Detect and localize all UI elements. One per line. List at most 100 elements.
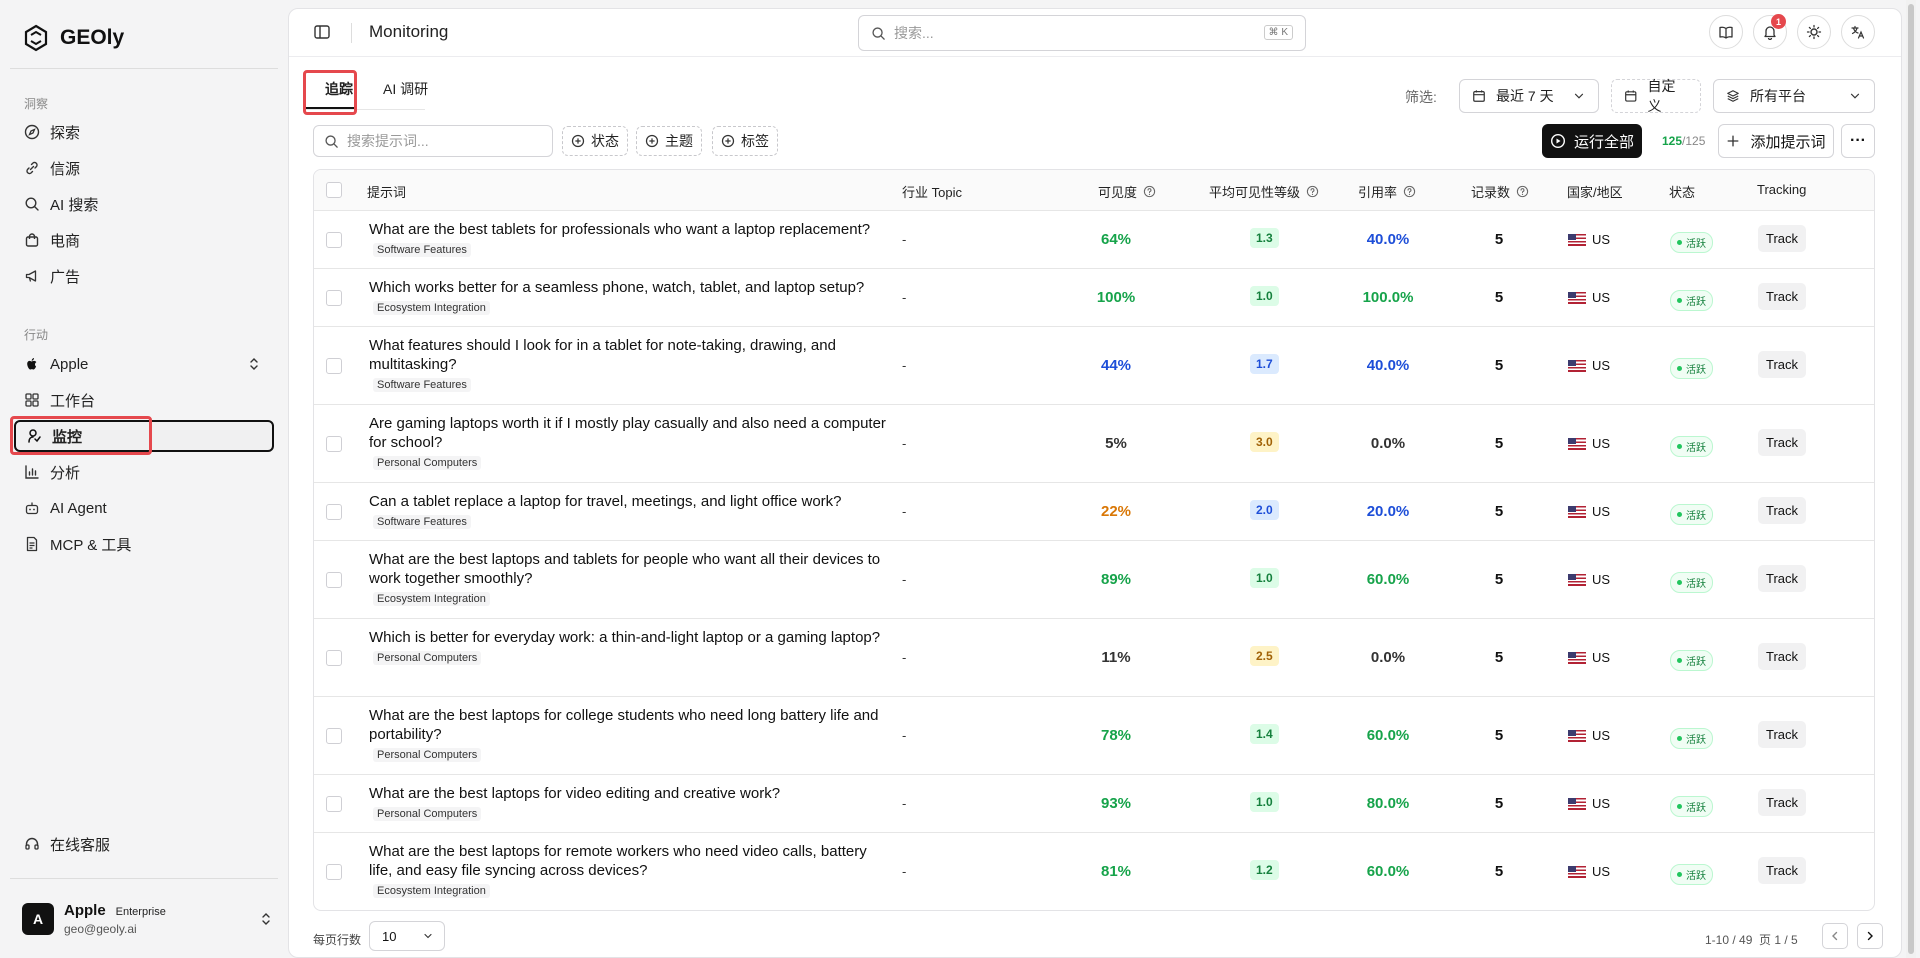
track-button[interactable]: Track — [1758, 789, 1807, 816]
table-row[interactable]: Which is better for everyday work: a thi… — [314, 619, 1874, 697]
help-icon[interactable] — [1403, 185, 1416, 198]
tab-tracking[interactable]: 追踪 — [325, 79, 353, 99]
row-checkbox[interactable] — [326, 572, 342, 588]
row-checkbox[interactable] — [326, 796, 342, 812]
prev-page-button[interactable] — [1822, 923, 1848, 949]
prompt-cell[interactable]: What are the best tablets for profession… — [369, 220, 889, 257]
track-button[interactable]: Track — [1758, 351, 1807, 378]
prompt-cell[interactable]: Can a tablet replace a laptop for travel… — [369, 492, 889, 529]
notifications-button[interactable]: 1 — [1753, 14, 1787, 49]
table-row[interactable]: What are the best laptops and tablets fo… — [314, 541, 1874, 619]
sidebar-item-analytics[interactable]: 分析 — [14, 456, 274, 488]
track-button[interactable]: Track — [1758, 857, 1807, 884]
language-button[interactable] — [1841, 15, 1875, 49]
topic-tag: Software Features — [373, 515, 471, 529]
prompt-cell[interactable]: What are the best laptops for college st… — [369, 706, 889, 762]
header-prompt[interactable]: 提示词 — [367, 182, 406, 201]
track-button[interactable]: Track — [1758, 565, 1807, 592]
row-checkbox[interactable] — [326, 232, 342, 248]
table-row[interactable]: Are gaming laptops worth it if I mostly … — [314, 405, 1874, 483]
header-tracking[interactable]: Tracking — [1757, 182, 1806, 197]
sidebar-item-workbench[interactable]: 工作台 — [14, 384, 274, 416]
header-avg-level[interactable]: 平均可见性等级 — [1209, 182, 1319, 201]
sidebar-item-ecommerce[interactable]: 电商 — [14, 224, 274, 256]
topic-tag: Ecosystem Integration — [373, 301, 490, 315]
help-icon[interactable] — [1143, 185, 1156, 198]
select-all-checkbox[interactable] — [326, 182, 342, 198]
status-filter-chip[interactable]: 状态 — [562, 126, 628, 156]
brand-switcher[interactable]: Apple — [14, 348, 274, 380]
prompt-cell[interactable]: Are gaming laptops worth it if I mostly … — [369, 414, 889, 470]
row-checkbox[interactable] — [326, 650, 342, 666]
user-menu[interactable]: A Apple Enterprise geo@geoly.ai — [22, 898, 274, 940]
rows-per-page-select[interactable]: 10 — [369, 921, 445, 951]
row-checkbox[interactable] — [326, 728, 342, 744]
track-button[interactable]: Track — [1758, 283, 1807, 310]
add-prompt-button[interactable]: 添加提示词 — [1718, 124, 1834, 158]
track-button[interactable]: Track — [1758, 429, 1807, 456]
table-row[interactable]: What features should I look for in a tab… — [314, 327, 1874, 405]
run-all-button[interactable]: 运行全部 — [1542, 124, 1642, 158]
prompt-cell[interactable]: What are the best laptops for remote wor… — [369, 842, 889, 898]
custom-date-button[interactable]: 自定义 — [1611, 78, 1701, 114]
prompt-search[interactable] — [313, 125, 553, 157]
header-records[interactable]: 记录数 — [1471, 182, 1529, 201]
sidebar-item-monitoring[interactable]: 监控 — [14, 420, 274, 452]
sidebar-toggle-icon[interactable] — [313, 23, 331, 41]
table-row[interactable]: Can a tablet replace a laptop for travel… — [314, 483, 1874, 541]
table-row[interactable]: Which works better for a seamless phone,… — [314, 269, 1874, 327]
row-checkbox[interactable] — [326, 436, 342, 452]
sidebar-item-ai-agent[interactable]: AI Agent — [14, 492, 274, 524]
track-cell: Track — [1758, 351, 1807, 378]
more-options-button[interactable]: ··· — [1841, 124, 1875, 158]
track-button[interactable]: Track — [1758, 225, 1807, 252]
table-row[interactable]: What are the best laptops for remote wor… — [314, 833, 1874, 910]
prompt-search-input[interactable] — [347, 133, 537, 149]
theme-toggle-button[interactable] — [1797, 15, 1831, 49]
table-row[interactable]: What are the best laptops for video edit… — [314, 775, 1874, 833]
sidebar-item-mcp-tools[interactable]: MCP & 工具 — [14, 528, 274, 560]
table-row[interactable]: What are the best tablets for profession… — [314, 211, 1874, 269]
prompt-cell[interactable]: What are the best laptops and tablets fo… — [369, 550, 889, 606]
tag-filter-chip[interactable]: 标签 — [712, 126, 778, 156]
prompt-cell[interactable]: Which is better for everyday work: a thi… — [369, 628, 889, 665]
header-status[interactable]: 状态 — [1669, 182, 1695, 201]
track-button[interactable]: Track — [1758, 643, 1807, 670]
date-range-select[interactable]: 最近 7 天 — [1459, 79, 1599, 113]
help-icon[interactable] — [1306, 185, 1319, 198]
header-visibility[interactable]: 可见度 — [1098, 182, 1156, 201]
prompt-cell[interactable]: What are the best laptops for video edit… — [369, 784, 889, 821]
topic-cell: - — [902, 864, 907, 879]
help-icon[interactable] — [1516, 185, 1529, 198]
sidebar-item-sources[interactable]: 信源 — [14, 152, 274, 184]
row-checkbox[interactable] — [326, 358, 342, 374]
sidebar-item-ai-search[interactable]: AI 搜索 — [14, 188, 274, 220]
app-logo[interactable]: GEOly — [22, 24, 124, 52]
header-country[interactable]: 国家/地区 — [1567, 182, 1623, 201]
docs-button[interactable] — [1709, 15, 1743, 49]
prompt-cell[interactable]: Which works better for a seamless phone,… — [369, 278, 889, 315]
track-button[interactable]: Track — [1758, 497, 1807, 524]
global-search[interactable]: ⌘ K — [858, 15, 1306, 51]
scrollbar-thumb[interactable] — [1908, 4, 1914, 954]
header-citation[interactable]: 引用率 — [1358, 182, 1416, 201]
country-cell: US — [1568, 864, 1610, 879]
sidebar-item-support[interactable]: 在线客服 — [14, 828, 274, 860]
track-cell: Track — [1758, 497, 1807, 524]
tab-ai-research[interactable]: AI 调研 — [383, 79, 428, 99]
row-checkbox[interactable] — [326, 864, 342, 880]
header-topic[interactable]: 行业 Topic — [902, 182, 962, 201]
table-row[interactable]: What are the best laptops for college st… — [314, 697, 1874, 775]
topic-filter-chip[interactable]: 主题 — [636, 126, 702, 156]
prompt-cell[interactable]: What features should I look for in a tab… — [369, 336, 889, 392]
sidebar-item-ads[interactable]: 广告 — [14, 260, 274, 292]
sidebar-item-label: 广告 — [50, 268, 81, 286]
next-page-button[interactable] — [1857, 923, 1883, 949]
track-button[interactable]: Track — [1758, 721, 1807, 748]
row-checkbox[interactable] — [326, 290, 342, 306]
row-checkbox[interactable] — [326, 504, 342, 520]
sidebar-item-explore[interactable]: 探索 — [14, 116, 274, 148]
global-search-input[interactable] — [894, 25, 1305, 41]
records-value: 5 — [1494, 571, 1504, 588]
platform-select[interactable]: 所有平台 — [1713, 79, 1875, 113]
